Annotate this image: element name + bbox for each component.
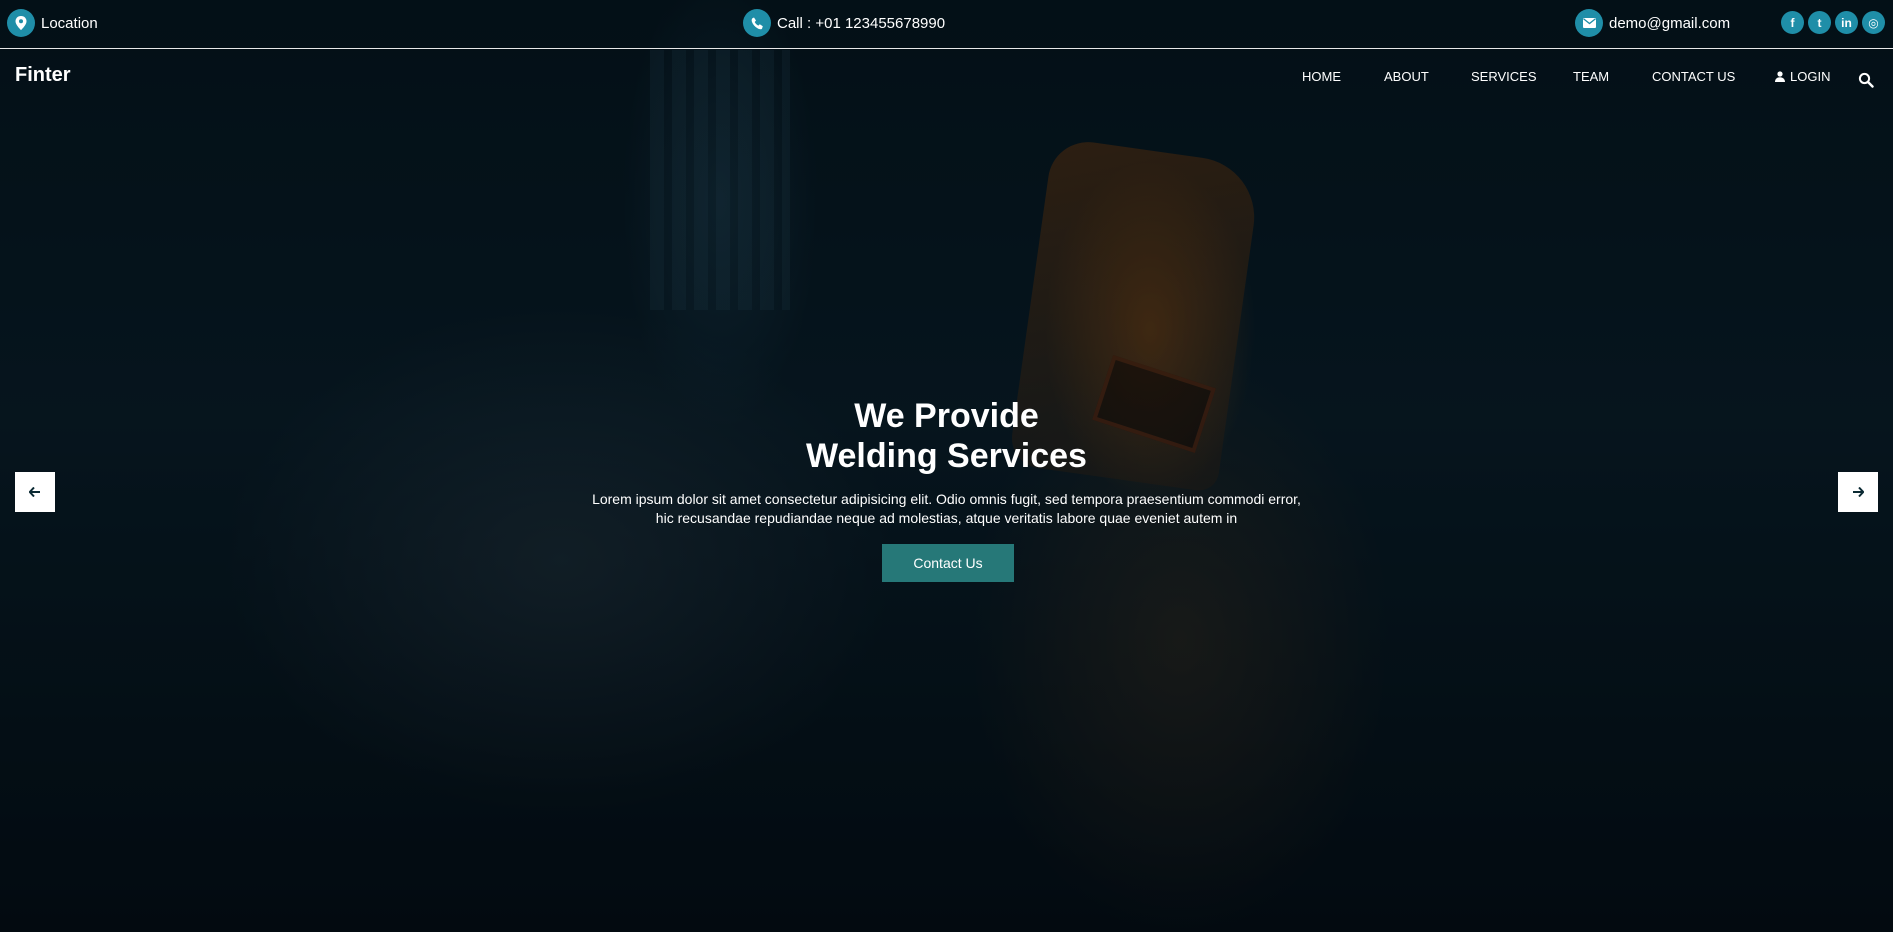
- twitter-icon[interactable]: t: [1808, 11, 1831, 34]
- contact-us-button[interactable]: Contact Us: [882, 544, 1014, 582]
- facebook-icon[interactable]: f: [1781, 11, 1804, 34]
- slider-next-button[interactable]: [1838, 472, 1878, 512]
- hero-description-line2: hic recusandae repudiandae neque ad mole…: [655, 510, 1238, 526]
- nav-about[interactable]: ABOUT: [1384, 69, 1429, 84]
- site-logo[interactable]: Finter: [15, 64, 71, 87]
- linkedin-icon[interactable]: in: [1835, 11, 1858, 34]
- search-icon[interactable]: [1858, 72, 1876, 90]
- login-label: LOGIN: [1790, 69, 1831, 84]
- phone-label: Call : +01 123455678990: [777, 14, 946, 32]
- social-links: f t in ◎: [1781, 11, 1889, 34]
- nav-services[interactable]: SERVICES: [1471, 69, 1537, 84]
- phone-link[interactable]: Call : +01 123455678990: [743, 9, 945, 37]
- user-icon: [1775, 71, 1785, 82]
- arrow-left-icon: [29, 487, 40, 497]
- email-label: demo@gmail.com: [1609, 14, 1731, 32]
- slider-prev-button[interactable]: [15, 472, 55, 512]
- top-info-bar: Location Call : +01 123455678990 demo@gm…: [0, 0, 1893, 49]
- hero-title-line1: We Provide: [854, 397, 1039, 435]
- hero-description: Lorem ipsum dolor sit amet consectetur a…: [560, 490, 1333, 528]
- email-link[interactable]: demo@gmail.com: [1575, 9, 1730, 37]
- nav-home[interactable]: HOME: [1302, 69, 1341, 84]
- phone-icon: [743, 9, 771, 37]
- instagram-icon[interactable]: ◎: [1862, 11, 1885, 34]
- location-pin-icon: [7, 9, 35, 37]
- envelope-icon: [1575, 9, 1603, 37]
- nav-contact-us[interactable]: CONTACT US: [1652, 69, 1735, 84]
- hero-description-line1: Lorem ipsum dolor sit amet consectetur a…: [592, 491, 1301, 507]
- nav-login[interactable]: LOGIN: [1775, 69, 1830, 84]
- arrow-right-icon: [1853, 487, 1864, 497]
- location-link[interactable]: Location: [7, 9, 98, 37]
- hero-title-line2: Welding Services: [806, 437, 1087, 475]
- nav-team[interactable]: TEAM: [1573, 69, 1609, 84]
- hero-title: We Provide Welding Services: [0, 396, 1893, 476]
- location-label: Location: [41, 14, 98, 32]
